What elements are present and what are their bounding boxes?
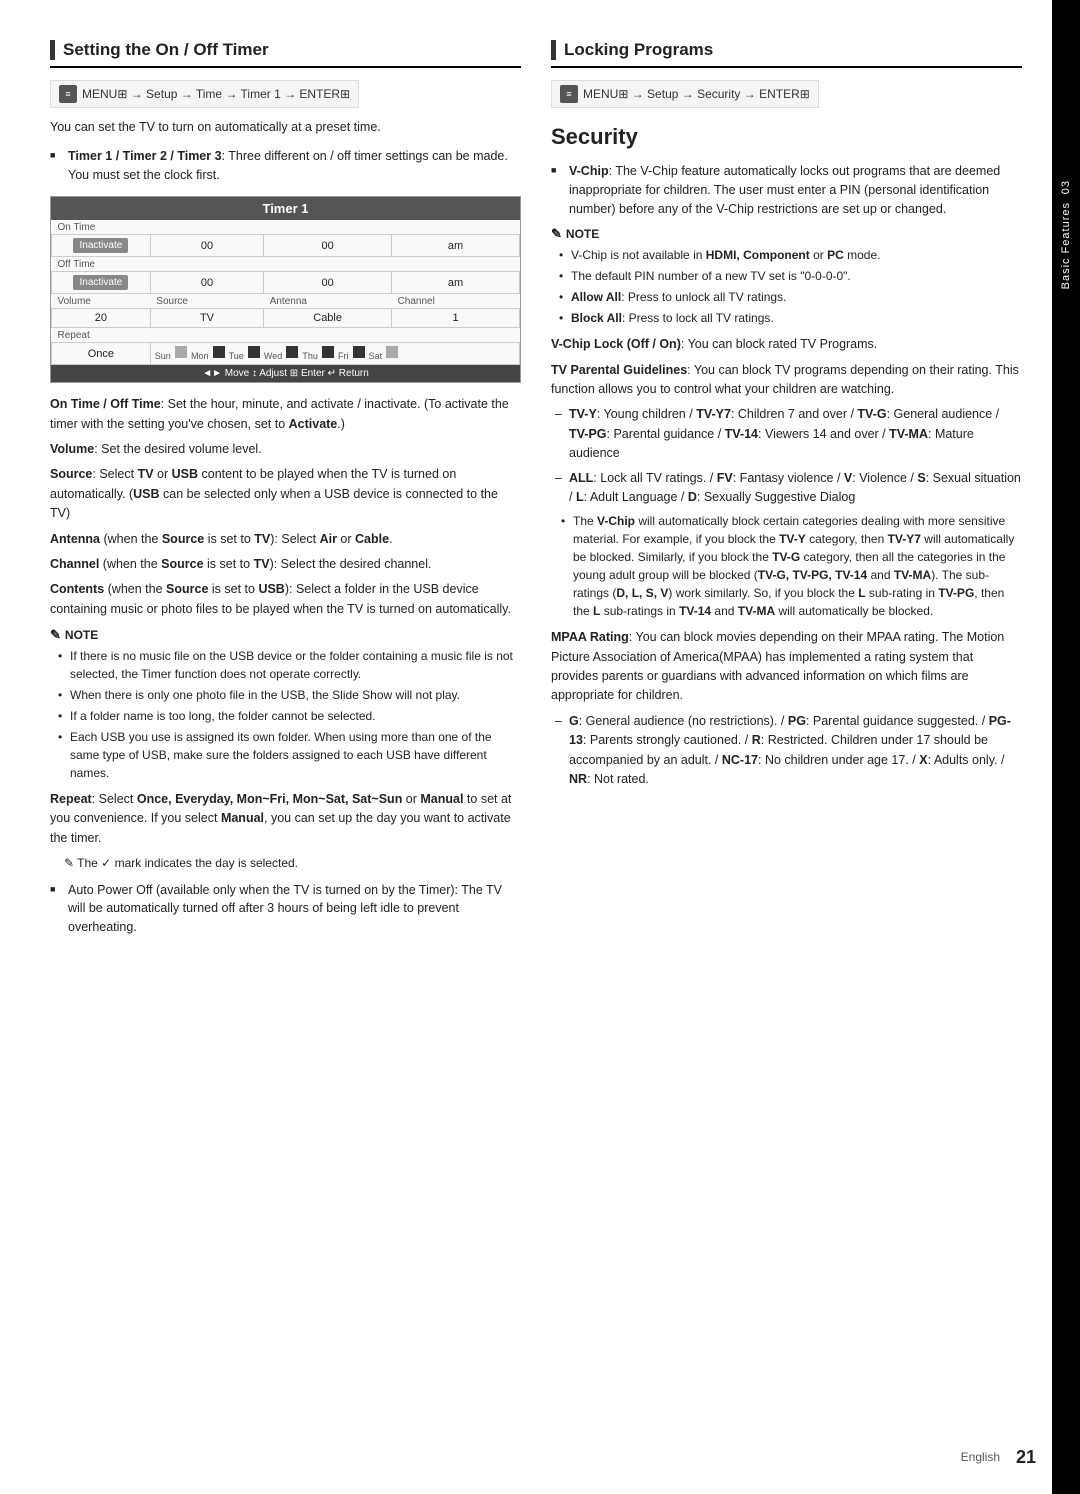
on-ampm: am — [392, 235, 520, 257]
menu-path-right-text: MENU⊞ → Setup → Security → ENTER⊞ — [583, 87, 810, 101]
note-pencil-icon: ✎ — [50, 627, 61, 643]
off-ampm: am — [392, 272, 520, 294]
menu-path-security: ≡ MENU⊞ → Setup → Security → ENTER⊞ — [551, 80, 819, 108]
on-off-time-text: On Time / Off Time: Set the hour, minute… — [50, 395, 521, 434]
on-hour: 00 — [150, 235, 263, 257]
page-container: Setting the On / Off Timer ≡ MENU⊞ → Set… — [0, 0, 1080, 1494]
main-content: Setting the On / Off Timer ≡ MENU⊞ → Set… — [0, 0, 1052, 1494]
note-1: If there is no music file on the USB dev… — [50, 647, 521, 683]
note-label-text: NOTE — [65, 628, 98, 642]
repeat-val: Once — [52, 343, 151, 365]
day-sun — [175, 346, 187, 358]
chapter-label-text: Basic Features — [1060, 202, 1072, 289]
antenna-desc: Antenna (when the Source is set to TV): … — [50, 530, 521, 549]
repeat-label: Repeat — [52, 328, 520, 343]
volume-label-cell: Volume — [52, 294, 151, 309]
note-section-security: ✎ NOTE V-Chip is not available in HDMI, … — [551, 226, 1022, 327]
off-inactivate: Inactivate — [52, 272, 151, 294]
inactivate-btn-off[interactable]: Inactivate — [73, 275, 128, 290]
side-tab: 03 Basic Features — [1052, 0, 1080, 1494]
contents-desc: Contents (when the Source is set to USB)… — [50, 580, 521, 619]
left-section-title-text: Setting the On / Off Timer — [63, 40, 269, 60]
title-bar-lock-icon — [551, 40, 556, 60]
off-time-label: Off Time — [52, 257, 520, 272]
page-language: English — [961, 1450, 1000, 1464]
note-section-timer: ✎ NOTE If there is no music file on the … — [50, 627, 521, 782]
section-title-timer: Setting the On / Off Timer — [50, 40, 521, 68]
title-bar-icon — [50, 40, 55, 60]
inactivate-btn-on[interactable]: Inactivate — [73, 238, 128, 253]
page-number: 21 — [1016, 1447, 1036, 1468]
timer-bullet-label: Timer 1 / Timer 2 / Timer 3 — [68, 149, 222, 163]
chapter-number: 03 — [1060, 180, 1072, 194]
on-time-label: On Time — [52, 220, 520, 235]
menu-path-text: MENU⊞ → Setup → Time → Timer 1 → ENTER⊞ — [82, 87, 350, 101]
note-3: If a folder name is too long, the folder… — [50, 707, 521, 725]
day-fri — [353, 346, 365, 358]
right-column: Locking Programs ≡ MENU⊞ → Setup → Secur… — [551, 40, 1022, 1434]
source-val: TV — [150, 309, 263, 328]
source-desc: Source: Select TV or USB content to be p… — [50, 465, 521, 523]
vchip-note-1: V-Chip is not available in HDMI, Compone… — [551, 246, 1022, 264]
security-title: Security — [551, 124, 1022, 150]
note-label-right: ✎ NOTE — [551, 226, 1022, 242]
section-title-locking: Locking Programs — [551, 40, 1022, 68]
auto-power-off: Auto Power Off (available only when the … — [50, 881, 521, 937]
tv-rating-1: TV-Y: Young children / TV-Y7: Children 7… — [551, 405, 1022, 463]
off-hour: 00 — [150, 272, 263, 294]
timer-bullet: Timer 1 / Timer 2 / Timer 3: Three diffe… — [50, 147, 521, 185]
note-4: Each USB you use is assigned its own fol… — [50, 728, 521, 782]
day-thu — [322, 346, 334, 358]
days-row: Sun Mon Tue Wed Thu Fri Sa — [150, 343, 519, 365]
check-note: ✎ The ✓ mark indicates the day is select… — [64, 854, 521, 873]
day-wed — [286, 346, 298, 358]
intro-text: You can set the TV to turn on automatica… — [50, 118, 521, 137]
mpaa-ratings: G: General audience (no restrictions). /… — [551, 712, 1022, 790]
channel-label-cell: Channel — [392, 294, 520, 309]
timer-nav: ◄► Move ↕ Adjust ⊞ Enter ↵ Return — [51, 365, 520, 382]
antenna-label-cell: Antenna — [264, 294, 392, 309]
volume-val: 20 — [52, 309, 151, 328]
timer-table: On Time Inactivate 00 00 am Off Time Ina… — [51, 220, 520, 365]
note-label: ✎ NOTE — [50, 627, 521, 643]
note-label-right-text: NOTE — [566, 227, 599, 241]
off-min: 00 — [264, 272, 392, 294]
channel-val: 1 — [392, 309, 520, 328]
note-2: When there is only one photo file in the… — [50, 686, 521, 704]
tv-rating-2: ALL: Lock all TV ratings. / FV: Fantasy … — [551, 469, 1022, 508]
vchip-note-3: Allow All: Press to unlock all TV rating… — [551, 288, 1022, 306]
vchip-note-2: The default PIN number of a new TV set i… — [551, 267, 1022, 285]
vchip-auto-note: The V-Chip will automatically block cert… — [551, 512, 1022, 620]
menu-icon-right: ≡ — [560, 85, 578, 103]
vchip-bullet: V-Chip: The V-Chip feature automatically… — [551, 162, 1022, 218]
channel-desc: Channel (when the Source is set to TV): … — [50, 555, 521, 574]
left-column: Setting the On / Off Timer ≡ MENU⊞ → Set… — [50, 40, 521, 1434]
timer-title: Timer 1 — [51, 197, 520, 220]
on-min: 00 — [264, 235, 392, 257]
day-tue — [248, 346, 260, 358]
mpaa-text: MPAA Rating: You can block movies depend… — [551, 628, 1022, 706]
source-label-cell: Source — [150, 294, 263, 309]
day-mon — [213, 346, 225, 358]
on-inactivate: Inactivate — [52, 235, 151, 257]
vchip-note-4: Block All: Press to lock all TV ratings. — [551, 309, 1022, 327]
right-section-title-text: Locking Programs — [564, 40, 713, 60]
repeat-desc: Repeat: Select Once, Everyday, Mon~Fri, … — [50, 790, 521, 848]
vchip-lock-text: V-Chip Lock (Off / On): You can block ra… — [551, 335, 1022, 354]
menu-path-timer: ≡ MENU⊞ → Setup → Time → Timer 1 → ENTER… — [50, 80, 359, 108]
day-sat — [386, 346, 398, 358]
menu-icon: ≡ — [59, 85, 77, 103]
timer-box: Timer 1 On Time Inactivate 00 00 am Off … — [50, 196, 521, 383]
note-pencil-right-icon: ✎ — [551, 226, 562, 242]
volume-desc: Volume: Set the desired volume level. — [50, 440, 521, 459]
tv-parental-text: TV Parental Guidelines: You can block TV… — [551, 361, 1022, 400]
chapter-num-text: 03 — [1060, 180, 1072, 194]
antenna-val: Cable — [264, 309, 392, 328]
